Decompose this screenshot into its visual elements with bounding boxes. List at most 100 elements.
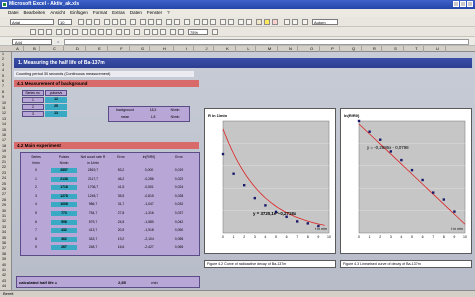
- row-header[interactable]: 34: [2, 230, 6, 234]
- row-header[interactable]: 16: [2, 133, 6, 137]
- chart-wizard-icon[interactable]: [302, 19, 308, 25]
- underline-icon[interactable]: [94, 19, 100, 25]
- align-left-icon[interactable]: [104, 19, 110, 25]
- row-header[interactable]: 20: [2, 155, 6, 159]
- row-header[interactable]: 32: [2, 219, 6, 223]
- row-header[interactable]: 38: [2, 252, 6, 256]
- align-right-icon[interactable]: [120, 19, 126, 25]
- row-header[interactable]: 24: [2, 176, 6, 180]
- bold-icon[interactable]: [78, 19, 84, 25]
- row-header[interactable]: 35: [2, 236, 6, 240]
- menu-format[interactable]: Format: [93, 9, 107, 17]
- row-header[interactable]: 18: [2, 144, 6, 148]
- row-header[interactable]: 27: [2, 192, 6, 196]
- cut-icon[interactable]: [82, 29, 88, 35]
- decimal-remove-icon[interactable]: [228, 19, 234, 25]
- row-header[interactable]: 22: [2, 165, 6, 169]
- thousands-icon[interactable]: [210, 19, 216, 25]
- row-header[interactable]: 19: [2, 149, 6, 153]
- row-header[interactable]: 4: [2, 68, 4, 72]
- function-icon[interactable]: [152, 29, 158, 35]
- row-header[interactable]: 5: [2, 74, 4, 78]
- row-header[interactable]: 2: [2, 57, 4, 61]
- new-file-icon[interactable]: [30, 29, 36, 35]
- menu-help[interactable]: ?: [167, 9, 170, 17]
- format-painter-icon[interactable]: [106, 29, 112, 35]
- help-icon[interactable]: [212, 29, 218, 35]
- name-box[interactable]: A44: [12, 39, 52, 45]
- row-header[interactable]: 3: [2, 63, 4, 67]
- menu-fenster[interactable]: Fenster: [147, 9, 162, 17]
- decay-chart[interactable]: 0 1 2 3 4 5 6 7 8 9 10 R in 1/min t in min y = 3720,1…: [204, 108, 336, 254]
- row-header[interactable]: 8: [2, 90, 4, 94]
- row-header[interactable]: 42: [2, 273, 6, 277]
- print-preview-icon[interactable]: [64, 29, 70, 35]
- borders-icon[interactable]: [256, 19, 262, 25]
- spellcheck-icon[interactable]: [72, 29, 78, 35]
- autom-select[interactable]: Autom: [312, 19, 338, 25]
- outdent-icon[interactable]: [246, 19, 252, 25]
- redo-icon[interactable]: [174, 19, 180, 25]
- drawing-icon[interactable]: [178, 29, 184, 35]
- close-icon[interactable]: [467, 1, 473, 7]
- row-header[interactable]: 6: [2, 79, 4, 83]
- minimize-icon[interactable]: [453, 1, 459, 7]
- decimal-add-icon[interactable]: [220, 19, 226, 25]
- menu-daten[interactable]: Daten: [130, 9, 142, 17]
- maximize-icon[interactable]: [460, 1, 466, 7]
- menu-extras[interactable]: Extras: [112, 9, 125, 17]
- copy-icon[interactable]: [148, 19, 154, 25]
- align-center-icon[interactable]: [112, 19, 118, 25]
- sort-icon[interactable]: [160, 29, 166, 35]
- save-icon[interactable]: [46, 29, 52, 35]
- row-header[interactable]: 21: [2, 160, 6, 164]
- sort-ascending-icon[interactable]: [284, 19, 290, 25]
- row-header[interactable]: 39: [2, 257, 6, 261]
- row-header[interactable]: 28: [2, 198, 6, 202]
- row-header[interactable]: 10: [2, 101, 6, 105]
- sort-descending-icon[interactable]: [292, 19, 298, 25]
- row-header[interactable]: 30: [2, 209, 6, 213]
- row-header[interactable]: 36: [2, 241, 6, 245]
- chart-icon[interactable]: [170, 29, 176, 35]
- row-header[interactable]: 17: [2, 138, 6, 142]
- row-header[interactable]: 44: [2, 284, 6, 288]
- row-header[interactable]: 33: [2, 225, 6, 229]
- menu-ansicht[interactable]: Ansicht: [50, 9, 65, 17]
- cut-icon[interactable]: [140, 19, 146, 25]
- hyperlink-icon[interactable]: [134, 29, 140, 35]
- row-header[interactable]: 37: [2, 246, 6, 250]
- row-header[interactable]: 1: [2, 52, 4, 56]
- fill-color-icon[interactable]: [264, 19, 270, 25]
- row-header[interactable]: 12: [2, 111, 6, 115]
- size-select[interactable]: 10: [58, 19, 72, 25]
- hyperlink-icon[interactable]: [184, 19, 190, 25]
- row-header[interactable]: 7: [2, 84, 4, 88]
- paste-icon[interactable]: [156, 19, 162, 25]
- redo-icon[interactable]: [124, 29, 130, 35]
- row-header[interactable]: 15: [2, 128, 6, 132]
- menu-bearbeiten[interactable]: Bearbeiten: [24, 9, 46, 17]
- row-header[interactable]: 9: [2, 95, 4, 99]
- paste-icon[interactable]: [98, 29, 104, 35]
- menu-datei[interactable]: Datei: [8, 9, 19, 17]
- open-icon[interactable]: [38, 29, 44, 35]
- row-header[interactable]: 41: [2, 268, 6, 272]
- print-icon[interactable]: [56, 29, 62, 35]
- function-icon[interactable]: =: [57, 39, 59, 44]
- font-select[interactable]: Arial: [10, 19, 54, 25]
- copy-icon[interactable]: [90, 29, 96, 35]
- row-header[interactable]: 11: [2, 106, 6, 110]
- formula-input[interactable]: [64, 39, 469, 45]
- undo-icon[interactable]: [166, 19, 172, 25]
- font-color-icon[interactable]: [272, 19, 278, 25]
- autosum-icon[interactable]: [144, 29, 150, 35]
- indent-icon[interactable]: [238, 19, 244, 25]
- italic-icon[interactable]: [86, 19, 92, 25]
- menu-einfuegen[interactable]: Einfügen: [70, 9, 88, 17]
- merge-icon[interactable]: [130, 19, 136, 25]
- undo-icon[interactable]: [116, 29, 122, 35]
- row-header[interactable]: 31: [2, 214, 6, 218]
- row-header[interactable]: 25: [2, 182, 6, 186]
- currency-icon[interactable]: [194, 19, 200, 25]
